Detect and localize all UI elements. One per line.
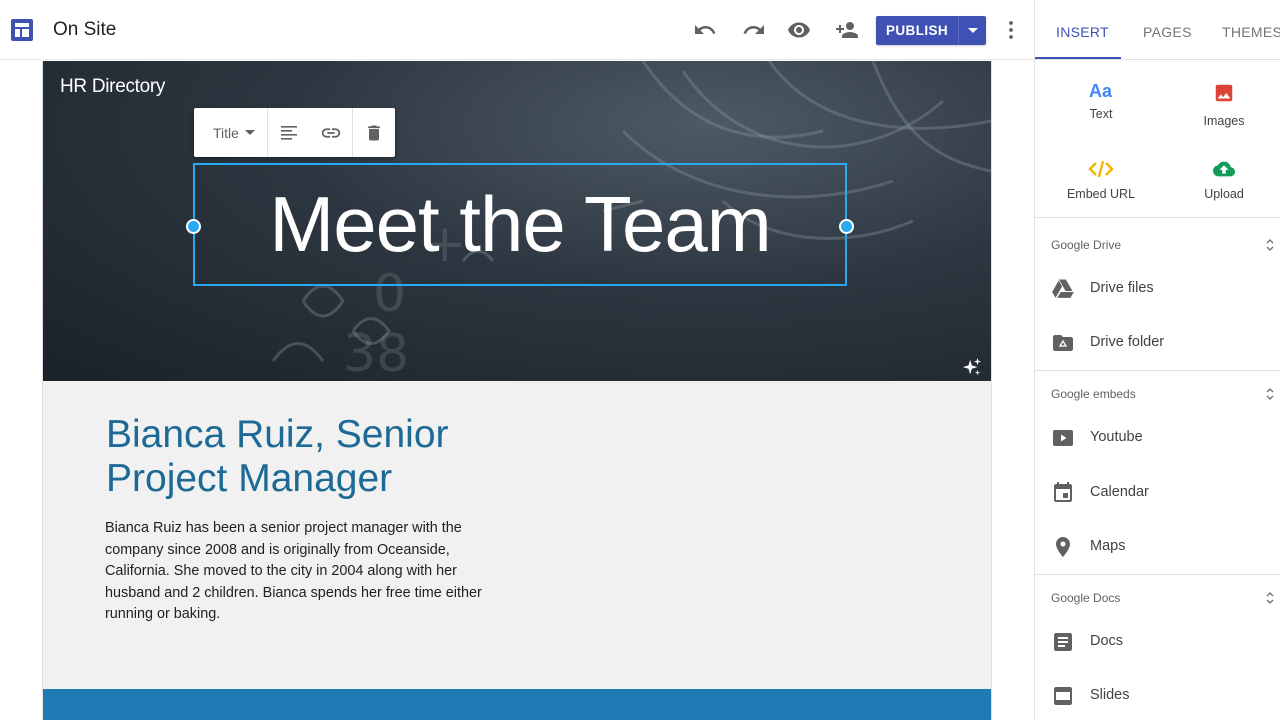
- add-person-icon[interactable]: [835, 18, 859, 42]
- svg-text:Aa: Aa: [1089, 81, 1113, 101]
- top-bar: On Site PUBLISH: [0, 0, 1034, 60]
- item-label: Drive folder: [1090, 334, 1165, 350]
- insert-slides[interactable]: Slides: [1035, 676, 1280, 716]
- svg-text:38: 38: [343, 324, 409, 381]
- upload-tile[interactable]: Upload: [1164, 158, 1280, 201]
- tab-pages[interactable]: PAGES: [1143, 24, 1192, 40]
- tab-themes[interactable]: THEMES: [1222, 24, 1280, 40]
- tile-label: Images: [1203, 114, 1245, 128]
- drive-folder-icon: [1053, 335, 1073, 351]
- text-style-label: Title: [213, 124, 239, 141]
- insert-drive-folder[interactable]: Drive folder: [1035, 323, 1280, 363]
- insert-docs[interactable]: Docs: [1035, 622, 1280, 662]
- delete-button[interactable]: [353, 108, 395, 157]
- publish-button[interactable]: PUBLISH: [876, 16, 960, 45]
- link-icon: [321, 127, 341, 138]
- docs-icon: [1054, 633, 1072, 651]
- drive-icon: [1052, 279, 1074, 298]
- site-name[interactable]: HR Directory: [60, 76, 165, 98]
- expand-collapse-icon[interactable]: [1265, 590, 1275, 606]
- tile-label: Text: [1089, 107, 1113, 121]
- item-label: Docs: [1090, 633, 1124, 649]
- undo-icon[interactable]: [693, 18, 717, 42]
- link-button[interactable]: [310, 108, 352, 157]
- next-section-band[interactable]: [43, 689, 991, 720]
- title-text-box[interactable]: Meet the Team: [186, 163, 854, 286]
- section-heading[interactable]: Bianca Ruiz, Senior Project Manager: [106, 413, 506, 501]
- tile-label: Embed URL: [1066, 187, 1136, 201]
- calendar-icon: [1054, 482, 1072, 502]
- publish-dropdown-button[interactable]: [959, 16, 987, 45]
- item-label: Slides: [1090, 687, 1130, 703]
- caret-down-icon: [244, 130, 255, 135]
- resize-handle-right[interactable]: [839, 219, 854, 234]
- insert-drive-files[interactable]: Drive files: [1035, 269, 1280, 309]
- item-label: Drive files: [1090, 280, 1154, 296]
- sparkle-icon[interactable]: [961, 357, 983, 379]
- caret-down-icon: [967, 27, 978, 33]
- expand-collapse-icon[interactable]: [1265, 386, 1275, 402]
- item-label: Maps: [1090, 538, 1126, 554]
- publish-button-group: PUBLISH: [876, 16, 987, 45]
- insert-panel: INSERT PAGES THEMES Aa Text Images Embed…: [1034, 0, 1280, 720]
- insert-embed-url-tile[interactable]: Embed URL: [1041, 158, 1161, 201]
- active-tab-indicator: [1035, 57, 1121, 59]
- insert-maps[interactable]: Maps: [1035, 527, 1280, 567]
- site-title[interactable]: On Site: [53, 19, 116, 41]
- section-header-google-drive[interactable]: Google Drive: [1051, 238, 1121, 252]
- panel-tabs: INSERT PAGES THEMES: [1035, 0, 1280, 60]
- preview-eye-icon[interactable]: [787, 18, 811, 42]
- embed-code-icon: [1088, 160, 1114, 178]
- header-banner[interactable]: 38 0 + . HR Directory Title Meet the Tea…: [43, 61, 991, 381]
- sites-logo-icon[interactable]: [10, 18, 34, 42]
- trash-icon: [368, 125, 380, 140]
- redo-icon[interactable]: [742, 18, 766, 42]
- item-label: Calendar: [1090, 484, 1149, 500]
- insert-images-tile[interactable]: Images: [1164, 82, 1280, 128]
- section-divider: [1035, 217, 1280, 218]
- align-left-icon: [280, 125, 297, 140]
- map-pin-icon: [1056, 537, 1070, 557]
- section-header-google-docs[interactable]: Google Docs: [1051, 591, 1120, 605]
- tile-label: Upload: [1204, 187, 1244, 201]
- insert-calendar[interactable]: Calendar: [1035, 473, 1280, 513]
- editor-canvas: 38 0 + . HR Directory Title Meet the Tea…: [0, 61, 1034, 720]
- align-button[interactable]: [268, 108, 310, 157]
- insert-text-tile[interactable]: Aa Text: [1041, 80, 1161, 121]
- text-format-toolbar: Title: [194, 108, 395, 157]
- section-body-text[interactable]: Bianca Ruiz has been a senior project ma…: [105, 518, 485, 626]
- item-label: Youtube: [1090, 429, 1143, 445]
- resize-handle-left[interactable]: [186, 219, 201, 234]
- youtube-icon: [1053, 430, 1073, 446]
- image-icon: [1215, 84, 1233, 102]
- text-icon: Aa: [1089, 81, 1113, 101]
- section-divider: [1035, 370, 1280, 371]
- more-vert-icon[interactable]: [999, 18, 1023, 42]
- insert-youtube[interactable]: Youtube: [1035, 418, 1280, 458]
- tab-insert[interactable]: INSERT: [1056, 24, 1109, 40]
- text-style-select[interactable]: Title: [194, 108, 268, 157]
- site-page: 38 0 + . HR Directory Title Meet the Tea…: [42, 61, 992, 720]
- banner-title[interactable]: Meet the Team: [195, 179, 845, 269]
- cloud-upload-icon: [1213, 161, 1235, 177]
- section-header-google-embeds[interactable]: Google embeds: [1051, 387, 1136, 401]
- expand-collapse-icon[interactable]: [1265, 237, 1275, 253]
- slides-icon: [1054, 687, 1072, 705]
- section-divider: [1035, 574, 1280, 575]
